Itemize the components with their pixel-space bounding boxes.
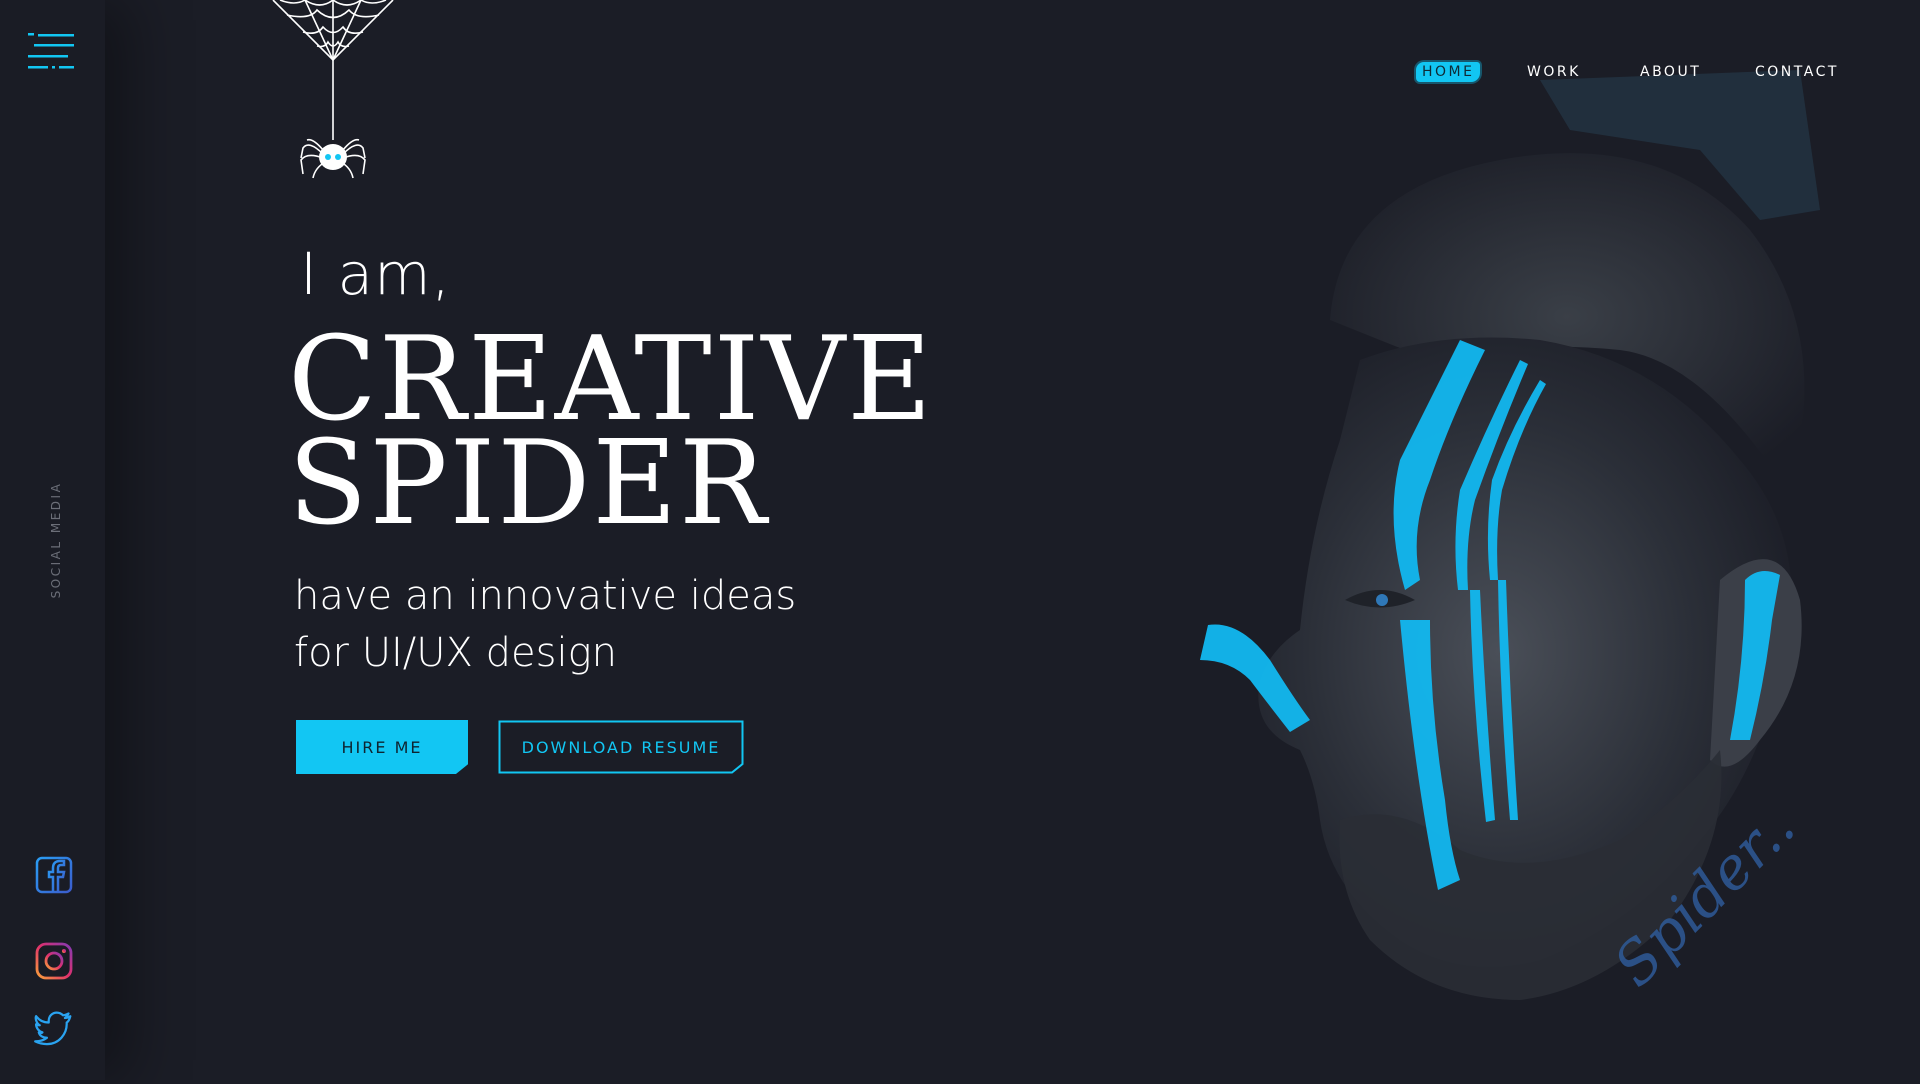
nav-home[interactable]: HOME	[1416, 62, 1481, 82]
instagram-icon[interactable]	[34, 941, 74, 981]
facebook-icon[interactable]	[34, 855, 74, 895]
social-media-label: SOCIAL MEDIA	[49, 481, 63, 599]
hero-subtitle-line2: for UI/UX design	[294, 630, 617, 676]
download-resume-button[interactable]: DOWNLOAD RESUME	[498, 720, 744, 774]
hero-intro: I am,	[300, 240, 452, 308]
hero-portrait: Spider..	[1100, 60, 1920, 1080]
nav-work[interactable]: WORK	[1527, 64, 1581, 80]
hero-title: CREATIVE SPIDER	[288, 322, 934, 551]
spider-illustration	[265, 0, 405, 185]
hero-subtitle: have an innovative ideas for UI/UX desig…	[294, 568, 796, 682]
nav-contact[interactable]: CONTACT	[1755, 64, 1839, 80]
twitter-icon[interactable]	[34, 1009, 74, 1049]
menu-icon[interactable]	[28, 30, 78, 70]
hero-subtitle-line1: have an innovative ideas	[294, 573, 797, 619]
hire-me-button[interactable]: HIRE ME	[296, 720, 468, 774]
hero-title-line2: SPIDER	[288, 416, 769, 551]
sidebar: SOCIAL MEDIA	[0, 0, 105, 1080]
nav-about[interactable]: ABOUT	[1640, 64, 1701, 80]
download-resume-label: DOWNLOAD RESUME	[521, 737, 721, 757]
main-nav: HOME WORK ABOUT CONTACT	[1320, 62, 1920, 88]
